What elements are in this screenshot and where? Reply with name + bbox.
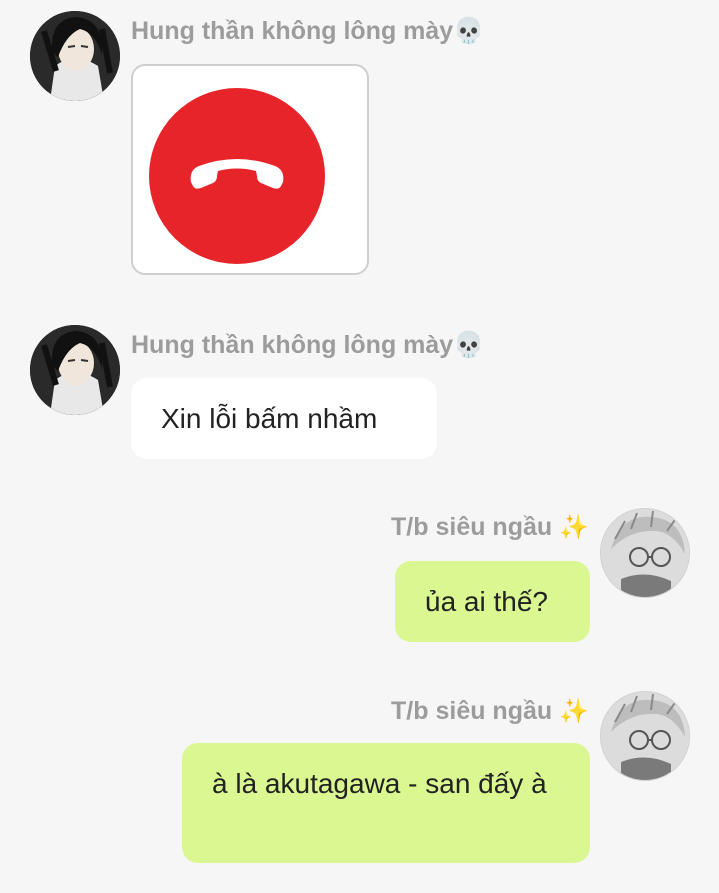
sender-name: Hung thần không lông mày💀 xyxy=(131,331,485,359)
avatar-tb[interactable] xyxy=(600,508,690,598)
message-bubble-outgoing[interactable]: ủa ai thế? xyxy=(395,561,590,642)
call-message-card[interactable] xyxy=(131,64,369,275)
sender-name: T/b siêu ngầu ✨ xyxy=(391,513,589,541)
skull-icon: 💀 xyxy=(453,331,485,359)
message-text: à là akutagawa - san đấy à xyxy=(212,768,547,799)
avatar-tb[interactable] xyxy=(600,691,690,781)
avatar-hung-than[interactable] xyxy=(30,325,120,415)
sender-name: T/b siêu ngầu ✨ xyxy=(391,697,589,725)
sparkles-icon: ✨ xyxy=(559,514,589,541)
skull-icon: 💀 xyxy=(453,17,485,45)
hangup-phone-icon xyxy=(149,88,325,264)
avatar-hung-than[interactable] xyxy=(30,11,120,101)
message-text: Xin lỗi bấm nhầm xyxy=(161,403,378,434)
sparkles-icon: ✨ xyxy=(559,698,589,725)
message-bubble-outgoing[interactable]: à là akutagawa - san đấy à xyxy=(182,743,590,863)
sender-name: Hung thần không lông mày💀 xyxy=(131,17,485,45)
message-bubble-incoming[interactable]: Xin lỗi bấm nhầm xyxy=(131,378,437,459)
message-text: ủa ai thế? xyxy=(425,586,548,617)
